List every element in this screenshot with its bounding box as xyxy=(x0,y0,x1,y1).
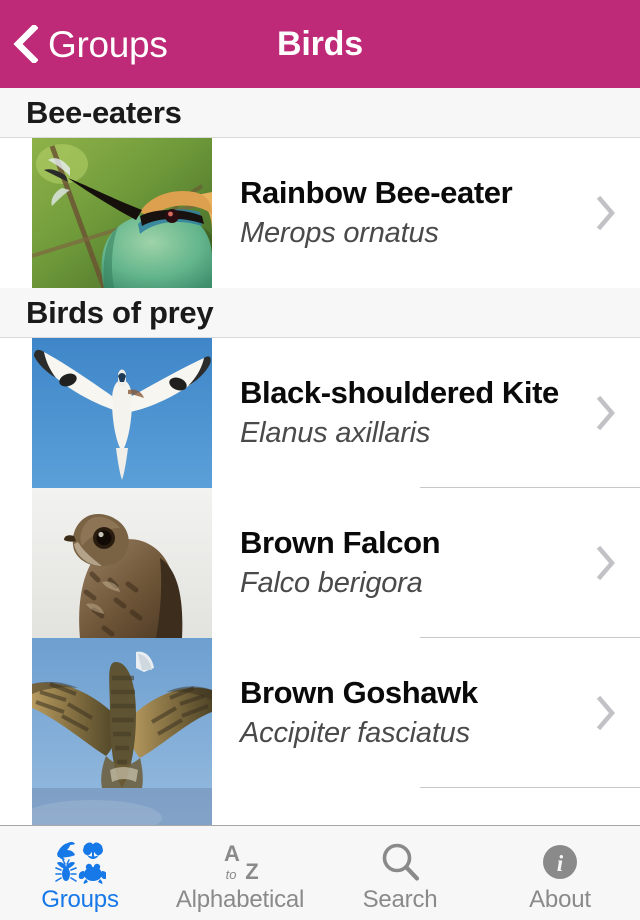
tab-search[interactable]: Search xyxy=(320,826,480,920)
list-item[interactable]: Brown Goshawk Accipiter fasciatus xyxy=(0,638,640,788)
list-item-body: Brown Goshawk Accipiter fasciatus xyxy=(212,638,640,788)
list-item-subtitle: Merops ornatus xyxy=(240,216,439,249)
tab-alphabetical-label: Alphabetical xyxy=(175,886,305,913)
list-item-title: Black-shouldered Kite xyxy=(240,375,559,411)
info-circle-icon: i xyxy=(530,838,590,886)
tab-alphabetical[interactable]: A to Z Alphabetical xyxy=(160,826,320,920)
section-header-birds-of-prey: Birds of prey xyxy=(0,288,640,338)
tab-search-label: Search xyxy=(362,886,438,913)
bird-list[interactable]: Bee-eaters Rainbow Bee-eater Merops orna… xyxy=(0,88,640,825)
back-button[interactable]: Groups xyxy=(0,0,168,88)
svg-text:i: i xyxy=(557,851,564,876)
svg-text:to: to xyxy=(226,867,237,882)
section-header-bee-eaters: Bee-eaters xyxy=(0,88,640,138)
list-item-body xyxy=(212,788,640,825)
a-to-z-icon: A to Z xyxy=(210,838,270,886)
search-icon xyxy=(370,838,430,886)
list-item-body: Black-shouldered Kite Elanus axillaris xyxy=(212,338,640,488)
list-item-body: Rainbow Bee-eater Merops ornatus xyxy=(212,138,640,288)
brown-falcon-photo xyxy=(32,488,212,638)
list-item-subtitle: Accipiter fasciatus xyxy=(240,716,470,749)
animal-group-icon xyxy=(50,838,110,886)
list-item-subtitle: Falco berigora xyxy=(240,566,423,599)
navigation-bar: Groups Birds xyxy=(0,0,640,88)
rainbow-bee-eater-photo xyxy=(32,138,212,288)
svg-text:A: A xyxy=(224,841,240,866)
chevron-right-icon[interactable] xyxy=(596,546,616,580)
app-screen: Groups Birds Bee-eaters Rainbow Bee-eate… xyxy=(0,0,640,920)
chevron-left-icon xyxy=(13,25,38,63)
brown-goshawk-photo xyxy=(32,638,212,788)
list-item[interactable] xyxy=(0,788,640,825)
black-shouldered-kite-photo xyxy=(32,338,212,488)
sky-photo-partial xyxy=(32,788,212,825)
back-button-label: Groups xyxy=(48,23,168,65)
list-item[interactable]: Brown Falcon Falco berigora xyxy=(0,488,640,638)
list-item-title: Brown Goshawk xyxy=(240,675,478,711)
tab-groups[interactable]: Groups xyxy=(0,826,160,920)
list-item-title: Rainbow Bee-eater xyxy=(240,175,513,211)
list-item-body: Brown Falcon Falco berigora xyxy=(212,488,640,638)
list-item[interactable]: Black-shouldered Kite Elanus axillaris xyxy=(0,338,640,488)
tab-about[interactable]: i About xyxy=(480,826,640,920)
chevron-right-icon[interactable] xyxy=(596,396,616,430)
tab-groups-label: Groups xyxy=(41,886,119,913)
list-item-title: Brown Falcon xyxy=(240,525,441,561)
chevron-right-icon[interactable] xyxy=(596,196,616,230)
tab-bar: Groups A to Z Alphabetical Search i Abou… xyxy=(0,825,640,920)
svg-text:Z: Z xyxy=(245,859,258,884)
tab-about-label: About xyxy=(529,886,591,913)
list-item[interactable]: Rainbow Bee-eater Merops ornatus xyxy=(0,138,640,288)
chevron-right-icon[interactable] xyxy=(596,696,616,730)
list-item-subtitle: Elanus axillaris xyxy=(240,416,431,449)
